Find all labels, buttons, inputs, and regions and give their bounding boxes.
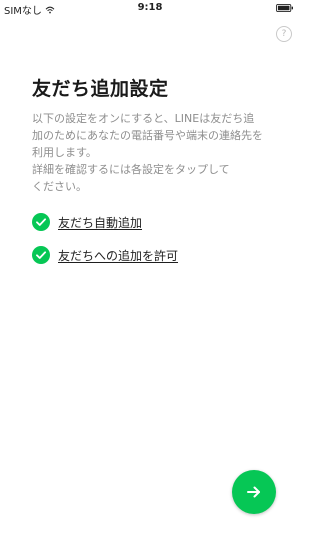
arrow-right-icon: [247, 486, 260, 498]
setting-label-auto-add[interactable]: 友だち自動追加: [58, 214, 142, 231]
help-icon[interactable]: ?: [276, 26, 292, 42]
description-line: 以下の設定をオンにすると、LINEは友だち追: [32, 112, 255, 125]
next-button[interactable]: [232, 470, 276, 514]
setting-label-allow-add[interactable]: 友だちへの追加を許可: [58, 247, 178, 264]
check-circle-icon: [32, 246, 50, 264]
page-title: 友だち追加設定: [32, 78, 169, 100]
setting-allow-others-to-add[interactable]: 友だちへの追加を許可: [32, 245, 178, 265]
check-circle-icon: [32, 213, 50, 231]
description-line: 加のためにあなたの電話番号や端末の連絡先を: [32, 129, 263, 142]
setting-auto-add-friends[interactable]: 友だち自動追加: [32, 212, 142, 232]
status-bar: SIMなし 9:18: [0, 0, 300, 17]
description-text: 以下の設定をオンにすると、LINEは友だち追 加のためにあなたの電話番号や端末の…: [32, 110, 272, 195]
description-line: 利用します。: [32, 146, 97, 159]
description-line: ください。: [32, 180, 87, 193]
battery-icon: [276, 4, 293, 12]
description-line: 詳細を確認するには各設定をタップして: [32, 163, 230, 176]
status-time: 9:18: [137, 2, 163, 13]
